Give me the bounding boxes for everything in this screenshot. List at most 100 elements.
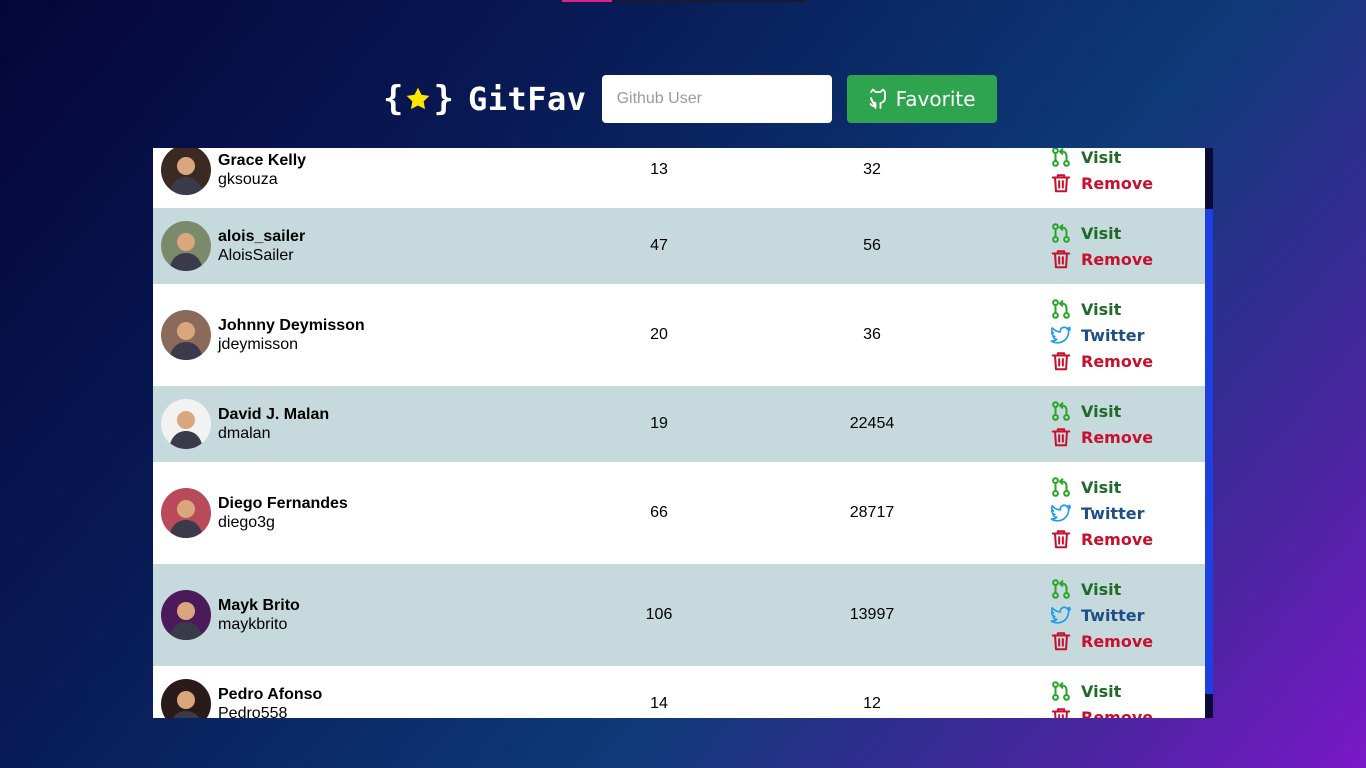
visit-link[interactable]: Visit xyxy=(1050,220,1153,246)
twitter-label: Twitter xyxy=(1081,325,1145,345)
git-branch-icon xyxy=(1052,477,1070,497)
github-icon xyxy=(869,88,886,109)
avatar-image xyxy=(161,679,211,718)
repositories-count: 14 xyxy=(650,695,668,712)
avatar xyxy=(161,488,211,538)
trash-icon xyxy=(1051,530,1071,549)
avatar-image xyxy=(161,399,211,449)
trash-icon xyxy=(1051,428,1071,447)
actions-cell: Visit Remove xyxy=(1050,220,1153,272)
logo: { } GitFav xyxy=(383,80,587,118)
app-name: GitFav xyxy=(467,80,587,118)
user-login: AloisSailer xyxy=(218,247,294,264)
twitter-icon xyxy=(1050,606,1071,624)
user-name: Pedro Afonso xyxy=(218,686,323,703)
followers-count: 13997 xyxy=(849,606,895,623)
visit-link[interactable]: Visit xyxy=(1050,148,1153,170)
git-branch-icon xyxy=(1052,681,1070,701)
remove-button[interactable]: Remove xyxy=(1050,628,1153,654)
avatar-image xyxy=(161,488,211,538)
followers-count: 22454 xyxy=(849,415,895,432)
table-row: Pedro Afonso Pedro558 14 12 Visit Remove xyxy=(153,666,1205,718)
twitter-link[interactable]: Twitter xyxy=(1050,500,1153,526)
table-row: Johnny Deymisson jdeymisson 20 36 Visit Twitt… xyxy=(153,284,1205,386)
remove-button[interactable]: Remove xyxy=(1050,246,1153,272)
star-icon xyxy=(407,87,430,110)
remove-label: Remove xyxy=(1081,707,1154,719)
user-name: Mayk Brito xyxy=(218,597,300,614)
trash-icon xyxy=(1051,708,1071,718)
twitter-link[interactable]: Twitter xyxy=(1050,322,1153,348)
favorite-button[interactable]: Favorite xyxy=(846,75,997,123)
repositories-count: 47 xyxy=(650,237,668,254)
followers-count: 36 xyxy=(863,326,881,343)
visit-link[interactable]: Visit xyxy=(1050,678,1153,704)
table-row: David J. Malan dmalan 19 22454 Visit Remove xyxy=(153,386,1205,462)
repositories-count: 20 xyxy=(650,326,668,343)
remove-label: Remove xyxy=(1081,173,1154,193)
visit-label: Visit xyxy=(1081,681,1122,701)
user-cell: Diego Fernandes diego3g xyxy=(161,488,348,538)
actions-cell: Visit Twitter Remove xyxy=(1050,576,1153,654)
trash-icon xyxy=(1051,174,1071,193)
user-cell: David J. Malan dmalan xyxy=(161,399,329,449)
remove-button[interactable]: Remove xyxy=(1050,424,1153,450)
twitter-link[interactable]: Twitter xyxy=(1050,602,1153,628)
actions-cell: Visit Remove xyxy=(1050,398,1153,450)
visit-link[interactable]: Visit xyxy=(1050,398,1153,424)
trash-icon xyxy=(1051,352,1071,371)
trash-icon xyxy=(1051,250,1071,269)
git-branch-icon xyxy=(1052,401,1070,421)
visit-link[interactable]: Visit xyxy=(1050,296,1153,322)
scrollbar-thumb[interactable] xyxy=(1205,209,1213,694)
user-name: Johnny Deymisson xyxy=(218,317,365,334)
user-name: Grace Kelly xyxy=(218,152,307,169)
remove-button[interactable]: Remove xyxy=(1050,170,1153,196)
repositories-count: 13 xyxy=(650,161,668,178)
avatar xyxy=(161,590,211,640)
logo-left-brace: { xyxy=(383,79,404,119)
trash-icon xyxy=(1051,632,1071,651)
followers-count: 56 xyxy=(863,237,881,254)
remove-button[interactable]: Remove xyxy=(1050,704,1153,718)
user-cell: Johnny Deymisson jdeymisson xyxy=(161,310,365,360)
user-name: alois_sailer xyxy=(218,228,306,245)
logo-right-brace: } xyxy=(433,79,454,119)
user-cell: alois_sailer AloisSailer xyxy=(161,221,305,271)
avatar-image xyxy=(161,310,211,360)
twitter-label: Twitter xyxy=(1081,503,1145,523)
visit-link[interactable]: Visit xyxy=(1050,474,1153,500)
top-strip-accent xyxy=(562,0,612,2)
git-branch-icon xyxy=(1052,299,1070,319)
header: { } GitFav Favorite xyxy=(383,75,997,123)
user-login: gksouza xyxy=(218,171,278,188)
twitter-icon xyxy=(1050,504,1071,522)
remove-button[interactable]: Remove xyxy=(1050,526,1153,552)
avatar-image xyxy=(161,590,211,640)
twitter-label: Twitter xyxy=(1081,605,1145,625)
remove-label: Remove xyxy=(1081,631,1154,651)
table-row: alois_sailer AloisSailer 47 56 Visit Remove xyxy=(153,208,1205,284)
remove-label: Remove xyxy=(1081,427,1154,447)
user-cell: Grace Kelly gksouza xyxy=(161,148,306,195)
actions-cell: Visit Remove xyxy=(1050,148,1153,196)
user-cell: Mayk Brito maykbrito xyxy=(161,590,300,640)
github-user-input[interactable] xyxy=(601,75,832,123)
visit-label: Visit xyxy=(1081,148,1122,167)
user-login: Pedro558 xyxy=(218,705,288,718)
avatar xyxy=(161,399,211,449)
followers-count: 12 xyxy=(863,695,881,712)
followers-count: 28717 xyxy=(849,504,895,521)
git-branch-icon xyxy=(1052,223,1070,243)
top-strip xyxy=(562,0,806,2)
visit-link[interactable]: Visit xyxy=(1050,576,1153,602)
avatar xyxy=(161,679,211,718)
git-branch-icon xyxy=(1052,148,1070,167)
user-cell: Pedro Afonso Pedro558 xyxy=(161,679,322,718)
remove-button[interactable]: Remove xyxy=(1050,348,1153,374)
avatar-image xyxy=(161,148,211,195)
git-branch-icon xyxy=(1052,579,1070,599)
user-login: maykbrito xyxy=(218,616,288,633)
repositories-count: 66 xyxy=(650,504,668,521)
remove-label: Remove xyxy=(1081,249,1154,269)
